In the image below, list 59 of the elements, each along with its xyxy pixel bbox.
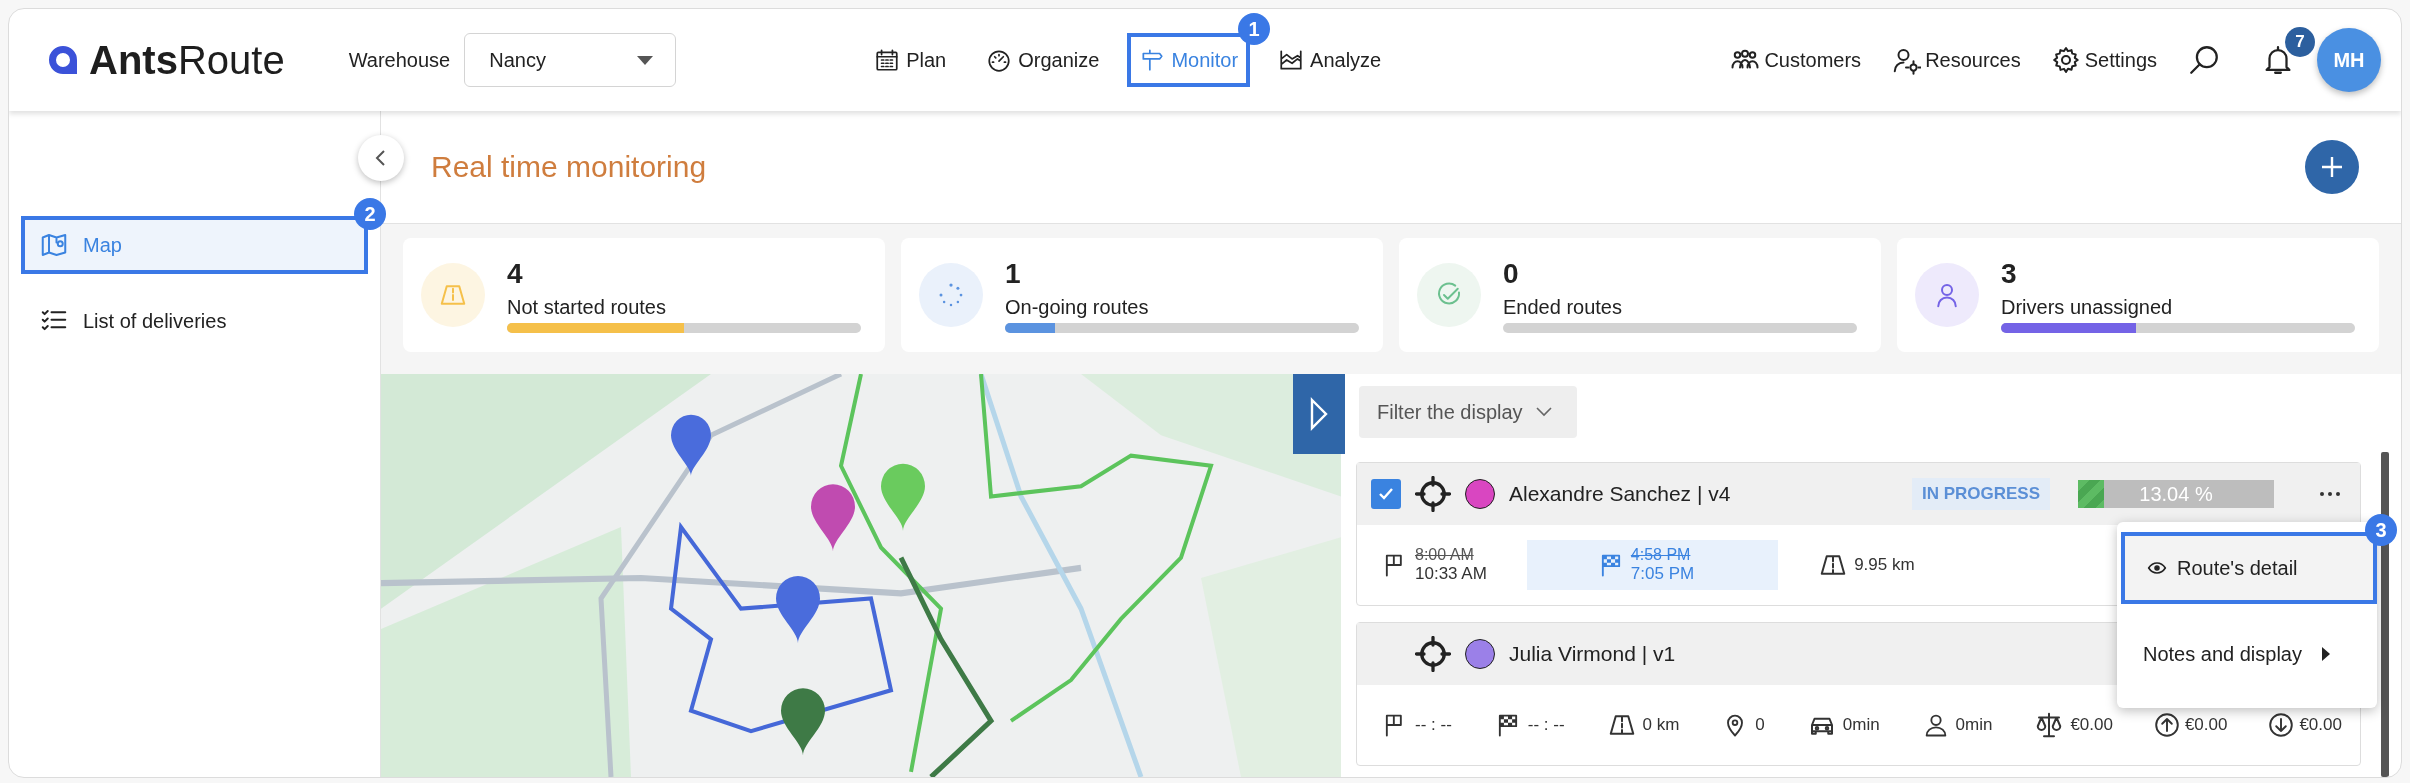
- arrow-up-circle-icon: [2154, 713, 2179, 737]
- arrow-down-circle-icon: [2269, 713, 2294, 737]
- metric-value: €0.00: [2070, 715, 2113, 735]
- menu-item[interactable]: Route's detail: [2121, 532, 2377, 604]
- notification-count: 7: [2285, 27, 2315, 57]
- nav-tab[interactable]: Plan: [862, 33, 959, 87]
- stat-value: 1: [1005, 257, 1021, 290]
- page-title: Real time monitoring: [431, 150, 707, 184]
- metric-value: 0min: [1842, 715, 1880, 735]
- crosshair-icon: [1415, 636, 1451, 672]
- driver-name: Julia Virmond | v1: [1509, 642, 1676, 666]
- nav-tab[interactable]: Organize: [974, 33, 1112, 87]
- stat-label: Ended routes: [1503, 295, 1622, 319]
- step-number-badge: 1: [1238, 13, 1271, 45]
- metric-value: -- : --: [1415, 715, 1452, 735]
- planned-time: 4:58 PM: [1630, 546, 1692, 564]
- toolbar-link[interactable]: Customers: [1730, 45, 1862, 75]
- add-button[interactable]: [2305, 140, 2359, 194]
- triangle-right-icon: [1308, 397, 1330, 431]
- stat-label: On-going routes: [1005, 295, 1149, 319]
- driver-name: Alexandre Sanchez | v4: [1509, 482, 1731, 506]
- toolbar-link[interactable]: Resources: [1891, 45, 2021, 75]
- metric-value: 0min: [1955, 715, 1993, 735]
- crosshair-icon: [1415, 476, 1451, 512]
- actual-time: 10:33 AM: [1415, 564, 1487, 584]
- expand-panel-button[interactable]: [1293, 374, 1345, 454]
- calendar-icon: [874, 47, 901, 73]
- filter-dropdown[interactable]: Filter the display: [1359, 386, 1577, 438]
- progress-percent: 13.04 %: [2138, 481, 2214, 507]
- more-icon[interactable]: [2320, 492, 2340, 496]
- settings-icon: [2050, 45, 2081, 75]
- search-icon: [2187, 43, 2221, 77]
- warehouse-label: Warehouse: [348, 48, 451, 72]
- stat-label: Drivers unassigned: [2001, 295, 2173, 319]
- metric-value: €0.00: [2184, 715, 2228, 735]
- step-number-badge: 3: [2365, 514, 2397, 546]
- metric-value: €0.00: [2299, 715, 2342, 735]
- metric-value: 0: [1755, 715, 1765, 735]
- stat-label: Not started routes: [507, 295, 666, 319]
- plus-icon: [2319, 154, 2345, 180]
- metric-value: 9.95 km: [1854, 555, 1915, 575]
- metric-value: -- : --: [1527, 715, 1565, 735]
- toolbar-link[interactable]: Settings: [2050, 45, 2157, 75]
- route-checkbox[interactable]: [1371, 479, 1401, 509]
- chevron-down-icon: [1534, 406, 1553, 418]
- menu-item[interactable]: Notes and display: [2117, 618, 2377, 690]
- sidebar-item[interactable]: List of deliveries: [21, 292, 368, 350]
- stat-value: 4: [507, 257, 523, 290]
- status-tag: IN PROGRESS: [1911, 478, 2050, 510]
- warehouse-dropdown[interactable]: Nancy: [464, 33, 677, 87]
- stat-value: 0: [1503, 257, 1519, 290]
- step-number-badge: 2: [354, 198, 386, 230]
- speedometer-icon: [986, 47, 1013, 73]
- actual-time: 7:05 PM: [1630, 564, 1695, 584]
- signpost-icon: [1139, 47, 1166, 73]
- metric-value: 0 km: [1642, 715, 1680, 735]
- logo-text: AntsRoute: [89, 37, 285, 83]
- stat-value: 3: [2001, 257, 2017, 290]
- planned-time: 8:00 AM: [1415, 546, 1475, 564]
